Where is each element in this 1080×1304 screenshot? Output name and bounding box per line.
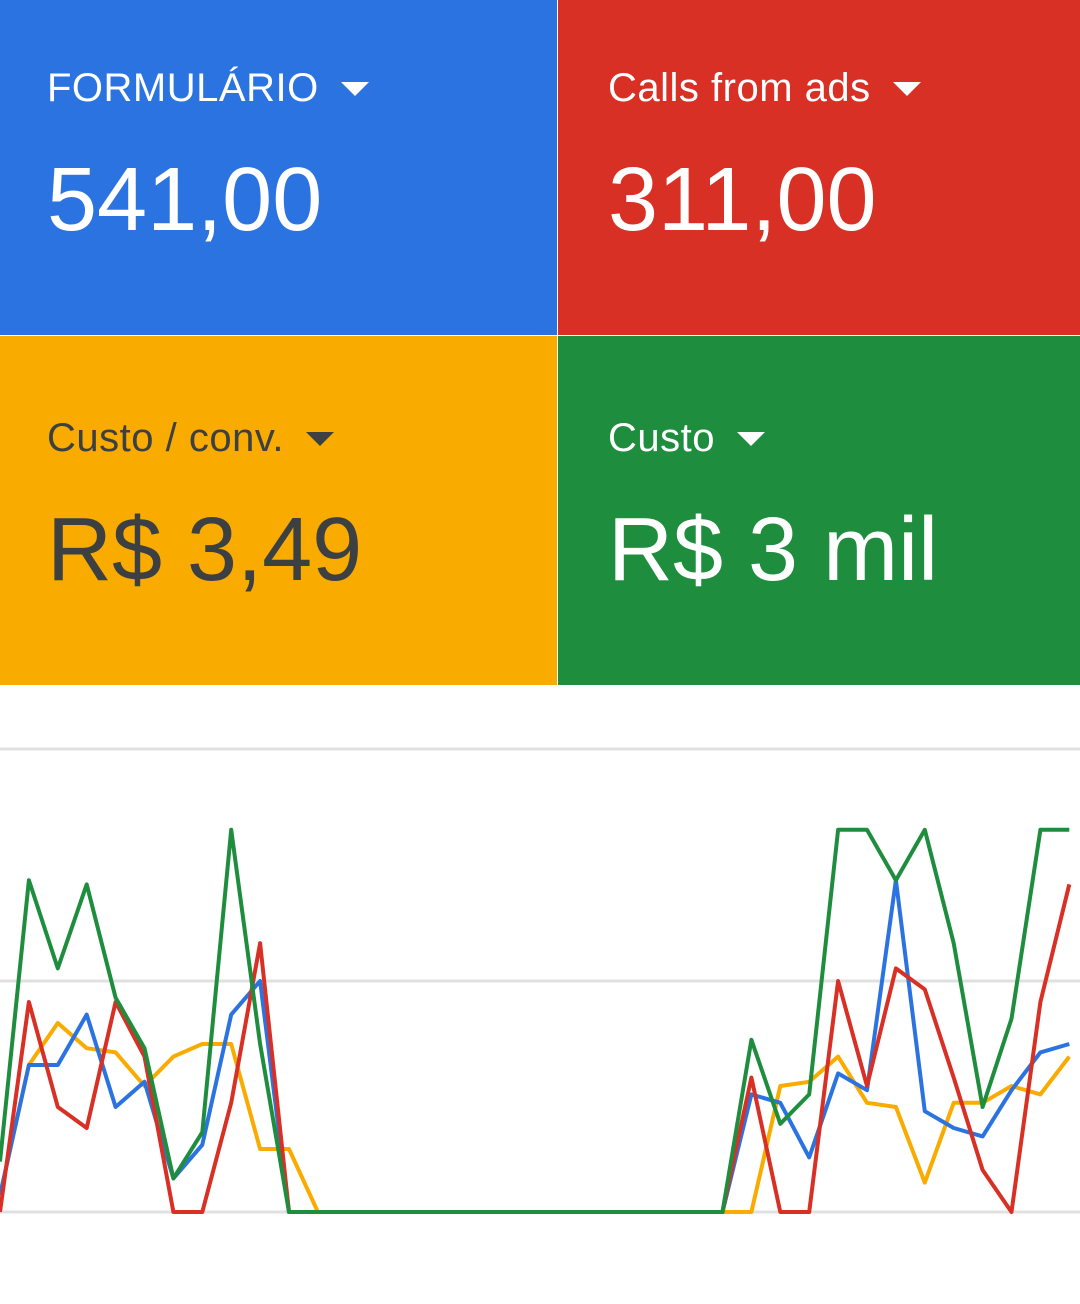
metric-selector[interactable]: Calls from ads (608, 64, 921, 112)
dropdown-caret-icon[interactable] (737, 432, 765, 446)
dropdown-caret-icon[interactable] (340, 82, 369, 96)
series-line-0 (0, 827, 1070, 1214)
metric-value: 311,00 (608, 150, 877, 250)
series-line-1 (0, 878, 1070, 1214)
metric-label: Calls from ads (608, 66, 871, 110)
scorecard-formulario[interactable]: FORMULÁRIO 541,00 (0, 0, 557, 335)
dropdown-caret-icon[interactable] (305, 432, 334, 446)
dropdown-caret-icon[interactable] (892, 82, 921, 96)
metric-label: Custo (608, 416, 715, 460)
metric-selector[interactable]: FORMULÁRIO (47, 64, 369, 112)
kpi-scorecards: FORMULÁRIO 541,00 Calls from ads 311,00 … (0, 0, 1080, 685)
metric-label: FORMULÁRIO (47, 66, 319, 110)
scorecard-custo-conv[interactable]: Custo / conv. R$ 3,49 (0, 336, 557, 685)
metric-selector[interactable]: Custo (608, 414, 765, 462)
line-chart (0, 747, 1080, 1214)
metric-label: Custo / conv. (47, 416, 284, 460)
metric-value: R$ 3,49 (47, 500, 363, 600)
scorecard-custo[interactable]: Custo R$ 3 mil (558, 336, 1080, 685)
performance-chart (0, 685, 1080, 1304)
metric-value: 541,00 (47, 150, 323, 250)
scorecard-calls-from-ads[interactable]: Calls from ads 311,00 (558, 0, 1080, 335)
metric-value: R$ 3 mil (608, 500, 939, 600)
series-line-2 (0, 883, 1072, 1214)
metric-selector[interactable]: Custo / conv. (47, 414, 334, 462)
